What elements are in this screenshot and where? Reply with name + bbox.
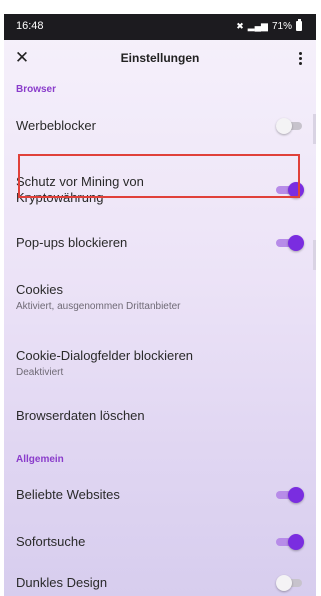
setting-popular-sites[interactable]: Beliebte Websites bbox=[4, 476, 316, 516]
setting-popups[interactable]: Pop-ups blockieren bbox=[4, 224, 316, 264]
status-bar: 16:48 ✖ ▂▄▆ 71% bbox=[4, 14, 316, 40]
setting-label: Pop-ups blockieren bbox=[16, 235, 128, 250]
section-header-browser: Browser bbox=[16, 84, 57, 95]
setting-clear-browsing-data[interactable]: Browserdaten löschen bbox=[4, 396, 316, 436]
setting-label: Beliebte Websites bbox=[16, 487, 120, 502]
setting-dark-mode[interactable]: Dunkles Design bbox=[4, 564, 316, 596]
setting-cookie-dialogs[interactable]: Cookie-Dialogfelder blockieren Deaktivie… bbox=[4, 340, 316, 386]
setting-label: Browserdaten löschen bbox=[16, 408, 145, 423]
setting-label-line2: Kryptowährung bbox=[16, 190, 104, 205]
setting-label-line1: Schutz vor Mining von bbox=[16, 174, 144, 189]
setting-subtitle: Aktiviert, ausgenommen Drittanbieter bbox=[16, 301, 181, 312]
setting-label: Cookies bbox=[16, 282, 63, 297]
app-toolbar: ✕ Einstellungen bbox=[4, 40, 316, 76]
setting-label: Sofortsuche bbox=[16, 534, 86, 549]
ad-blocker-toggle[interactable] bbox=[276, 118, 302, 134]
signal-icon: ▂▄▆ bbox=[247, 21, 268, 31]
popups-toggle[interactable] bbox=[276, 235, 304, 251]
setting-label: Werbeblocker bbox=[16, 118, 96, 133]
setting-cookies[interactable]: Cookies Aktiviert, ausgenommen Drittanbi… bbox=[4, 274, 316, 320]
setting-label: Cookie-Dialogfelder blockieren bbox=[16, 348, 194, 363]
more-vert-icon bbox=[298, 51, 302, 55]
crypto-mining-toggle[interactable] bbox=[276, 182, 304, 198]
setting-ad-blocker[interactable]: Werbeblocker bbox=[4, 106, 316, 146]
scroll-edge-tab bbox=[313, 114, 316, 144]
setting-subtitle: Deaktiviert bbox=[16, 367, 64, 378]
mute-icon: ✖ bbox=[236, 21, 244, 31]
setting-instant-search[interactable]: Sofortsuche bbox=[4, 522, 316, 562]
dark-mode-toggle[interactable] bbox=[276, 575, 302, 591]
page-title: Einstellungen bbox=[120, 51, 200, 65]
section-header-general: Allgemein bbox=[16, 454, 64, 465]
setting-crypto-mining-protection[interactable]: Schutz vor Mining von Kryptowährung bbox=[4, 168, 316, 212]
phone-screen: 16:48 ✖ ▂▄▆ 71% ✕ Einstellungen Browser … bbox=[4, 14, 316, 596]
battery-percent: 71% bbox=[271, 20, 292, 32]
instant-search-toggle[interactable] bbox=[276, 534, 304, 550]
status-icons: ✖ ▂▄▆ 71% bbox=[236, 19, 302, 32]
setting-label: Dunkles Design bbox=[16, 575, 108, 590]
scroll-edge-tab bbox=[313, 240, 316, 270]
battery-icon bbox=[296, 19, 302, 31]
status-time: 16:48 bbox=[16, 20, 44, 32]
popular-sites-toggle[interactable] bbox=[276, 487, 304, 503]
more-menu-button[interactable] bbox=[292, 48, 308, 68]
